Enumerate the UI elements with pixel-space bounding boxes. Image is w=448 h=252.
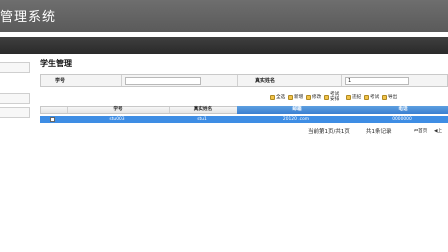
sidebar-item-3[interactable] — [0, 107, 30, 118]
sidebar-item-1[interactable] — [0, 62, 30, 73]
row-checkbox[interactable] — [50, 117, 55, 122]
add-label: 新增 — [294, 94, 304, 100]
page-info: 当前第1页/共1页 — [308, 129, 350, 135]
select-all-label: 全选 — [276, 94, 286, 100]
edit-label: 修改 — [312, 94, 322, 100]
main-content: 学生管理 学号 真实姓名 1 全选 新增 修改 考试安排 违纪 考试 导出 学号… — [36, 58, 448, 252]
first-page-label: 首页 — [418, 129, 428, 134]
export-icon — [382, 94, 387, 100]
cell-phone: 0000000 — [392, 117, 412, 122]
edit-icon — [306, 94, 311, 100]
cell-student-id: stu003 — [109, 117, 125, 122]
table-header: 学号 真实姓名 邮箱 电话 — [40, 106, 448, 114]
page-title: 学生管理 — [40, 59, 72, 68]
add-button[interactable]: 新增 — [288, 91, 303, 103]
toolbar: 全选 新增 修改 考试安排 违纪 考试 导出 — [40, 90, 448, 104]
discipline-button[interactable]: 违纪 — [346, 91, 361, 103]
discipline-label: 违纪 — [352, 94, 362, 100]
cell-email: 20120 .com — [282, 117, 310, 122]
pagination: 当前第1页/共1页 共1条记录 ⏮首页 ◀上 — [308, 128, 448, 136]
sidebar — [0, 58, 30, 252]
checkbox-icon — [270, 94, 275, 100]
prev-page-button[interactable]: ◀上 — [434, 128, 442, 136]
calendar-icon — [324, 94, 329, 100]
exam-label: 考试 — [370, 94, 380, 100]
sidebar-item-2[interactable] — [0, 93, 30, 104]
exam-icon — [364, 94, 369, 100]
add-icon — [288, 94, 293, 100]
column-header-select[interactable] — [41, 107, 67, 113]
app-title: 管理系统 — [0, 10, 57, 25]
export-label: 导出 — [388, 94, 398, 100]
select-all-button[interactable]: 全选 — [270, 91, 285, 103]
export-button[interactable]: 导出 — [382, 91, 402, 103]
prev-page-label: 上 — [437, 129, 443, 134]
top-navbar — [0, 37, 448, 54]
exam-schedule-label: 考试安排 — [330, 92, 340, 102]
real-name-label: 真实姓名 — [255, 78, 276, 84]
exam-schedule-button[interactable]: 考试安排 — [324, 91, 344, 103]
table-row[interactable]: stu003 stu1 20120 .com 0000000 — [40, 116, 448, 123]
search-form: 学号 真实姓名 1 — [40, 74, 448, 87]
column-header-email[interactable]: 邮箱 — [237, 106, 357, 114]
column-header-name[interactable]: 真实姓名 — [169, 107, 237, 113]
student-id-label: 学号 — [55, 78, 66, 84]
record-count: 共1条记录 — [366, 129, 392, 135]
cell-real-name: stu1 — [197, 117, 207, 122]
search-divider — [341, 75, 342, 86]
first-page-button[interactable]: ⏮首页 — [414, 128, 427, 136]
search-divider — [237, 75, 238, 86]
student-id-input[interactable] — [125, 77, 201, 85]
warning-icon — [346, 94, 351, 100]
real-name-input[interactable]: 1 — [345, 77, 409, 85]
search-divider — [121, 75, 122, 86]
app-banner: 管理系统 — [0, 0, 448, 32]
edit-button[interactable]: 修改 — [306, 91, 321, 103]
exam-button[interactable]: 考试 — [364, 91, 379, 103]
column-header-phone[interactable]: 电话 — [357, 106, 448, 114]
column-header-id[interactable]: 学号 — [67, 107, 169, 113]
